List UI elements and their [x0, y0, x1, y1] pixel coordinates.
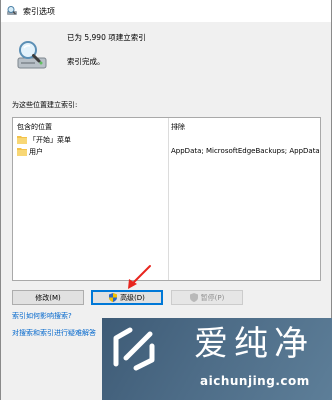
column-header-excluded[interactable]: 排除 — [171, 122, 185, 132]
affect-search-link[interactable]: 索引如何影响搜索? — [12, 311, 72, 321]
window-title: 索引选项 — [23, 7, 55, 16]
location-name: 「开始」菜单 — [29, 136, 71, 144]
pause-button-label: 暂停(P) — [200, 293, 225, 302]
locations-caption: 为这些位置建立索引: — [12, 101, 78, 109]
location-excluded: AppData; MicrosoftEdgeBackups; AppData — [171, 147, 320, 155]
brand-logo-icon — [113, 327, 155, 371]
watermark-logo: 爱纯净 aichunjing.com — [102, 318, 332, 400]
column-header-included[interactable]: 包含的位置 — [17, 122, 52, 132]
location-name: 用户 — [29, 148, 43, 156]
table-row[interactable]: 「开始」菜单 — [17, 134, 317, 146]
title-bar[interactable]: 索引选项 — [1, 0, 331, 22]
folder-icon — [17, 136, 27, 144]
watermark-url: aichunjing.com — [200, 374, 310, 388]
indexed-count-text: 已为 5,990 项建立索引 — [67, 33, 146, 42]
uac-shield-icon — [109, 293, 118, 302]
advanced-button-label: 高级(D) — [120, 293, 145, 302]
pause-button[interactable]: 暂停(P) — [171, 290, 243, 305]
advanced-button[interactable]: 高级(D) — [91, 290, 163, 305]
magnifier-drive-icon — [17, 41, 47, 69]
modify-button[interactable]: 修改(M) — [12, 290, 84, 305]
uac-shield-icon — [189, 293, 198, 302]
troubleshoot-link[interactable]: 对搜索和索引进行疑难解答 — [12, 328, 96, 338]
modify-button-label: 修改(M) — [35, 293, 61, 302]
index-locations-table[interactable]: 包含的位置 排除 「开始」菜单 用户 AppData; MicrosoftEdg… — [12, 117, 321, 281]
search-index-icon — [7, 6, 17, 15]
index-status-text: 索引完成。 — [67, 57, 105, 66]
folder-icon — [17, 148, 27, 156]
watermark-brand: 爱纯净 — [194, 324, 314, 364]
table-row[interactable]: 用户 AppData; MicrosoftEdgeBackups; AppDat… — [17, 146, 320, 158]
